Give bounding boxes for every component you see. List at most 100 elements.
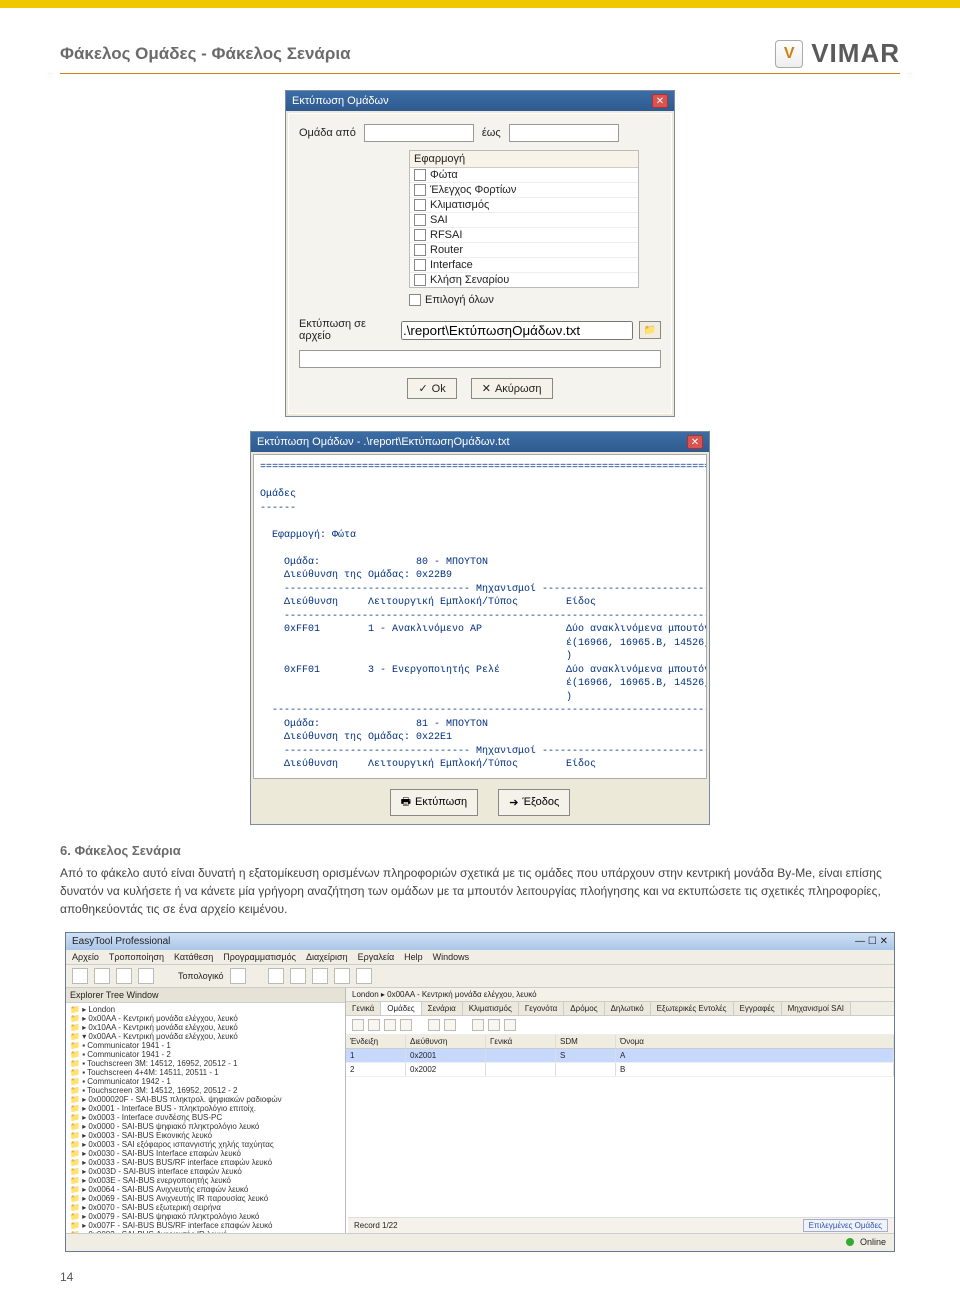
dropdown-icon[interactable]: [230, 968, 246, 984]
option-checkbox[interactable]: [414, 169, 426, 181]
tool-e-icon[interactable]: [356, 968, 372, 984]
tree-item[interactable]: 📁 ▪ Touchscreen 3M: 14512, 16952, 20512 …: [68, 1059, 343, 1068]
tree-item[interactable]: 📁 ▸ 0x0003 - Interface συνδέσης BUS-PC: [68, 1113, 343, 1122]
menu-item[interactable]: Διαχείριση: [306, 952, 348, 962]
tree-item[interactable]: 📁 ▸ 0x0003 - SAI-BUS Εικονικής λευκό: [68, 1131, 343, 1140]
tree-item[interactable]: 📁 ▸ 0x0064 - SAI-BUS Ανιχνευτής επαφών λ…: [68, 1185, 343, 1194]
tree-item[interactable]: 📁 ▸ 0x0079 - SAI-BUS ψηφιακό πληκτρολόγι…: [68, 1212, 343, 1221]
ok-button[interactable]: ✓ Ok: [407, 378, 456, 399]
last-icon[interactable]: [400, 1019, 412, 1031]
find-icon[interactable]: [488, 1019, 500, 1031]
tree-item[interactable]: 📁 ▸ 0x003E - SAI-BUS ενεργοποιητής λευκό: [68, 1176, 343, 1185]
refresh-icon[interactable]: [504, 1019, 516, 1031]
group-from-input[interactable]: [364, 124, 474, 142]
menu-item[interactable]: Αρχείο: [72, 952, 99, 962]
table-row[interactable]: 10x2001SA: [346, 1049, 894, 1063]
option-checkbox[interactable]: [414, 244, 426, 256]
close-icon[interactable]: ✕: [652, 94, 668, 108]
tree-item[interactable]: 📁 ▸ London: [68, 1005, 343, 1014]
print-icon[interactable]: [472, 1019, 484, 1031]
window-buttons[interactable]: — ☐ ✕: [855, 936, 888, 947]
menu-item[interactable]: Προγραμματισμός: [223, 952, 296, 962]
save-icon[interactable]: [116, 968, 132, 984]
open-icon[interactable]: [94, 968, 110, 984]
tool-b-icon[interactable]: [290, 968, 306, 984]
option-checkbox[interactable]: [414, 184, 426, 196]
menu-item[interactable]: Εργαλεία: [358, 952, 395, 962]
tool-d-icon[interactable]: [334, 968, 350, 984]
menu-item[interactable]: Τροποποίηση: [109, 952, 164, 962]
next-icon[interactable]: [384, 1019, 396, 1031]
option-row[interactable]: Φώτα: [410, 168, 638, 183]
browse-button[interactable]: 📁: [639, 321, 661, 339]
tree-item[interactable]: 📁 ▸ 0x0070 - SAI-BUS εξωτερική σειρήνα: [68, 1203, 343, 1212]
option-checkbox[interactable]: [414, 214, 426, 226]
groups-grid[interactable]: ΈνδειξηΔιεύθυνσηΓενικάSDMΌνομα 10x2001SA…: [346, 1035, 894, 1077]
tab[interactable]: Γεγονότα: [519, 1002, 564, 1015]
tab[interactable]: Κλιματισμός: [463, 1002, 519, 1015]
tree-item[interactable]: 📁 ▸ 0x0003 - SAI εξόφαρος ισπανγιστής χη…: [68, 1140, 343, 1149]
tab[interactable]: Ομάδες: [381, 1002, 421, 1015]
option-checkbox[interactable]: [414, 229, 426, 241]
prev-icon[interactable]: [368, 1019, 380, 1031]
tab[interactable]: Δρόμος: [564, 1002, 604, 1015]
tab[interactable]: Εγγραφές: [734, 1002, 782, 1015]
tree-item[interactable]: 📁 ▸ 0x0069 - SAI-BUS Ανιχνευτής IR παρου…: [68, 1194, 343, 1203]
tree-item[interactable]: 📁 ▸ 0x00AA - Κεντρική μονάδα ελέγχου, λε…: [68, 1014, 343, 1023]
menu-item[interactable]: Κατάθεση: [174, 952, 213, 962]
explorer-tree-panel[interactable]: Explorer Tree Window 📁 ▸ London📁 ▸ 0x00A…: [66, 988, 346, 1250]
select-all-checkbox[interactable]: [409, 294, 421, 306]
option-row[interactable]: Interface: [410, 258, 638, 273]
group-to-input[interactable]: [509, 124, 619, 142]
extra-path-input[interactable]: [299, 350, 661, 368]
menu-item[interactable]: Windows: [433, 952, 470, 962]
tree-item[interactable]: 📁 ▪ Touchscreen 3M: 14512, 16952, 20512 …: [68, 1086, 343, 1095]
column-header[interactable]: Ένδειξη: [346, 1035, 406, 1048]
column-header[interactable]: SDM: [556, 1035, 616, 1048]
tool-a-icon[interactable]: [268, 968, 284, 984]
tree-item[interactable]: 📁 ▸ 0x0001 - Interface BUS - πληκτρολόγι…: [68, 1104, 343, 1113]
tree-item[interactable]: 📁 ▸ 0x10AA - Κεντρική μονάδα ελέγχου, λε…: [68, 1023, 343, 1032]
column-header[interactable]: Διεύθυνση: [406, 1035, 486, 1048]
tree-item[interactable]: 📁 ▪ Touchscreen 4+4M: 14511, 20511 - 1: [68, 1068, 343, 1077]
tree-item[interactable]: 📁 ▪ Communicator 1941 - 2: [68, 1050, 343, 1059]
exit-button[interactable]: ➔ Έξοδος: [498, 789, 570, 816]
tab[interactable]: Σενάρια: [422, 1002, 463, 1015]
menu-item[interactable]: Help: [404, 952, 423, 962]
print-button[interactable]: 🖶 Εκτύπωση: [390, 789, 479, 816]
add-icon[interactable]: [428, 1019, 440, 1031]
tree-item[interactable]: 📁 ▸ 0x0000 - SAI-BUS ψηφιακό πληκτρολόγι…: [68, 1122, 343, 1131]
tree-item[interactable]: 📁 ▪ Communicator 1942 - 1: [68, 1077, 343, 1086]
delete-icon[interactable]: [444, 1019, 456, 1031]
tab[interactable]: Μηχανισμοί SAI: [782, 1002, 851, 1015]
column-header[interactable]: Όνομα: [616, 1035, 894, 1048]
tab[interactable]: Εξωτερικές Εντολές: [651, 1002, 734, 1015]
option-row[interactable]: Έλεγχος Φορτίων: [410, 183, 638, 198]
app-menubar[interactable]: Αρχείο Τροποποίηση Κατάθεση Προγραμματισμός…: [66, 950, 894, 965]
list-icon[interactable]: [138, 968, 154, 984]
option-checkbox[interactable]: [414, 199, 426, 211]
tree-item[interactable]: 📁 ▸ 0x003D - SAI-BUS interface επαφών λε…: [68, 1167, 343, 1176]
option-checkbox[interactable]: [414, 259, 426, 271]
tab[interactable]: Γενικά: [346, 1002, 381, 1015]
tab[interactable]: Δηλωτικό: [605, 1002, 651, 1015]
cancel-button[interactable]: ✕ Ακύρωση: [471, 378, 553, 399]
column-header[interactable]: Γενικά: [486, 1035, 556, 1048]
tree-item[interactable]: 📁 ▸ 0x0030 - SAI-BUS Interface επαφών λε…: [68, 1149, 343, 1158]
option-checkbox[interactable]: [414, 274, 426, 286]
option-row[interactable]: Κλιματισμός: [410, 198, 638, 213]
table-row[interactable]: 20x2002B: [346, 1063, 894, 1077]
tree-item[interactable]: 📁 ▸ 0x007F - SAI-BUS BUS/RF interface επ…: [68, 1221, 343, 1230]
content-tabs[interactable]: ΓενικάΟμάδεςΣενάριαΚλιματισμόςΓεγονόταΔρ…: [346, 1002, 894, 1016]
tree-item[interactable]: 📁 ▪ Communicator 1941 - 1: [68, 1041, 343, 1050]
option-row[interactable]: RFSAI: [410, 228, 638, 243]
new-icon[interactable]: [72, 968, 88, 984]
option-row[interactable]: Κλήση Σεναρίου: [410, 273, 638, 287]
tree-item[interactable]: 📁 ▸ 0x000020F - SAI-BUS πληκτρολ. ψηφιακ…: [68, 1095, 343, 1104]
tool-c-icon[interactable]: [312, 968, 328, 984]
first-icon[interactable]: [352, 1019, 364, 1031]
print-file-path-input[interactable]: [401, 321, 633, 340]
tree-item[interactable]: 📁 ▾ 0x00AA - Κεντρική μονάδα ελέγχου, λε…: [68, 1032, 343, 1041]
option-row[interactable]: Router: [410, 243, 638, 258]
tree-item[interactable]: 📁 ▸ 0x0033 - SAI-BUS BUS/RF interface επ…: [68, 1158, 343, 1167]
